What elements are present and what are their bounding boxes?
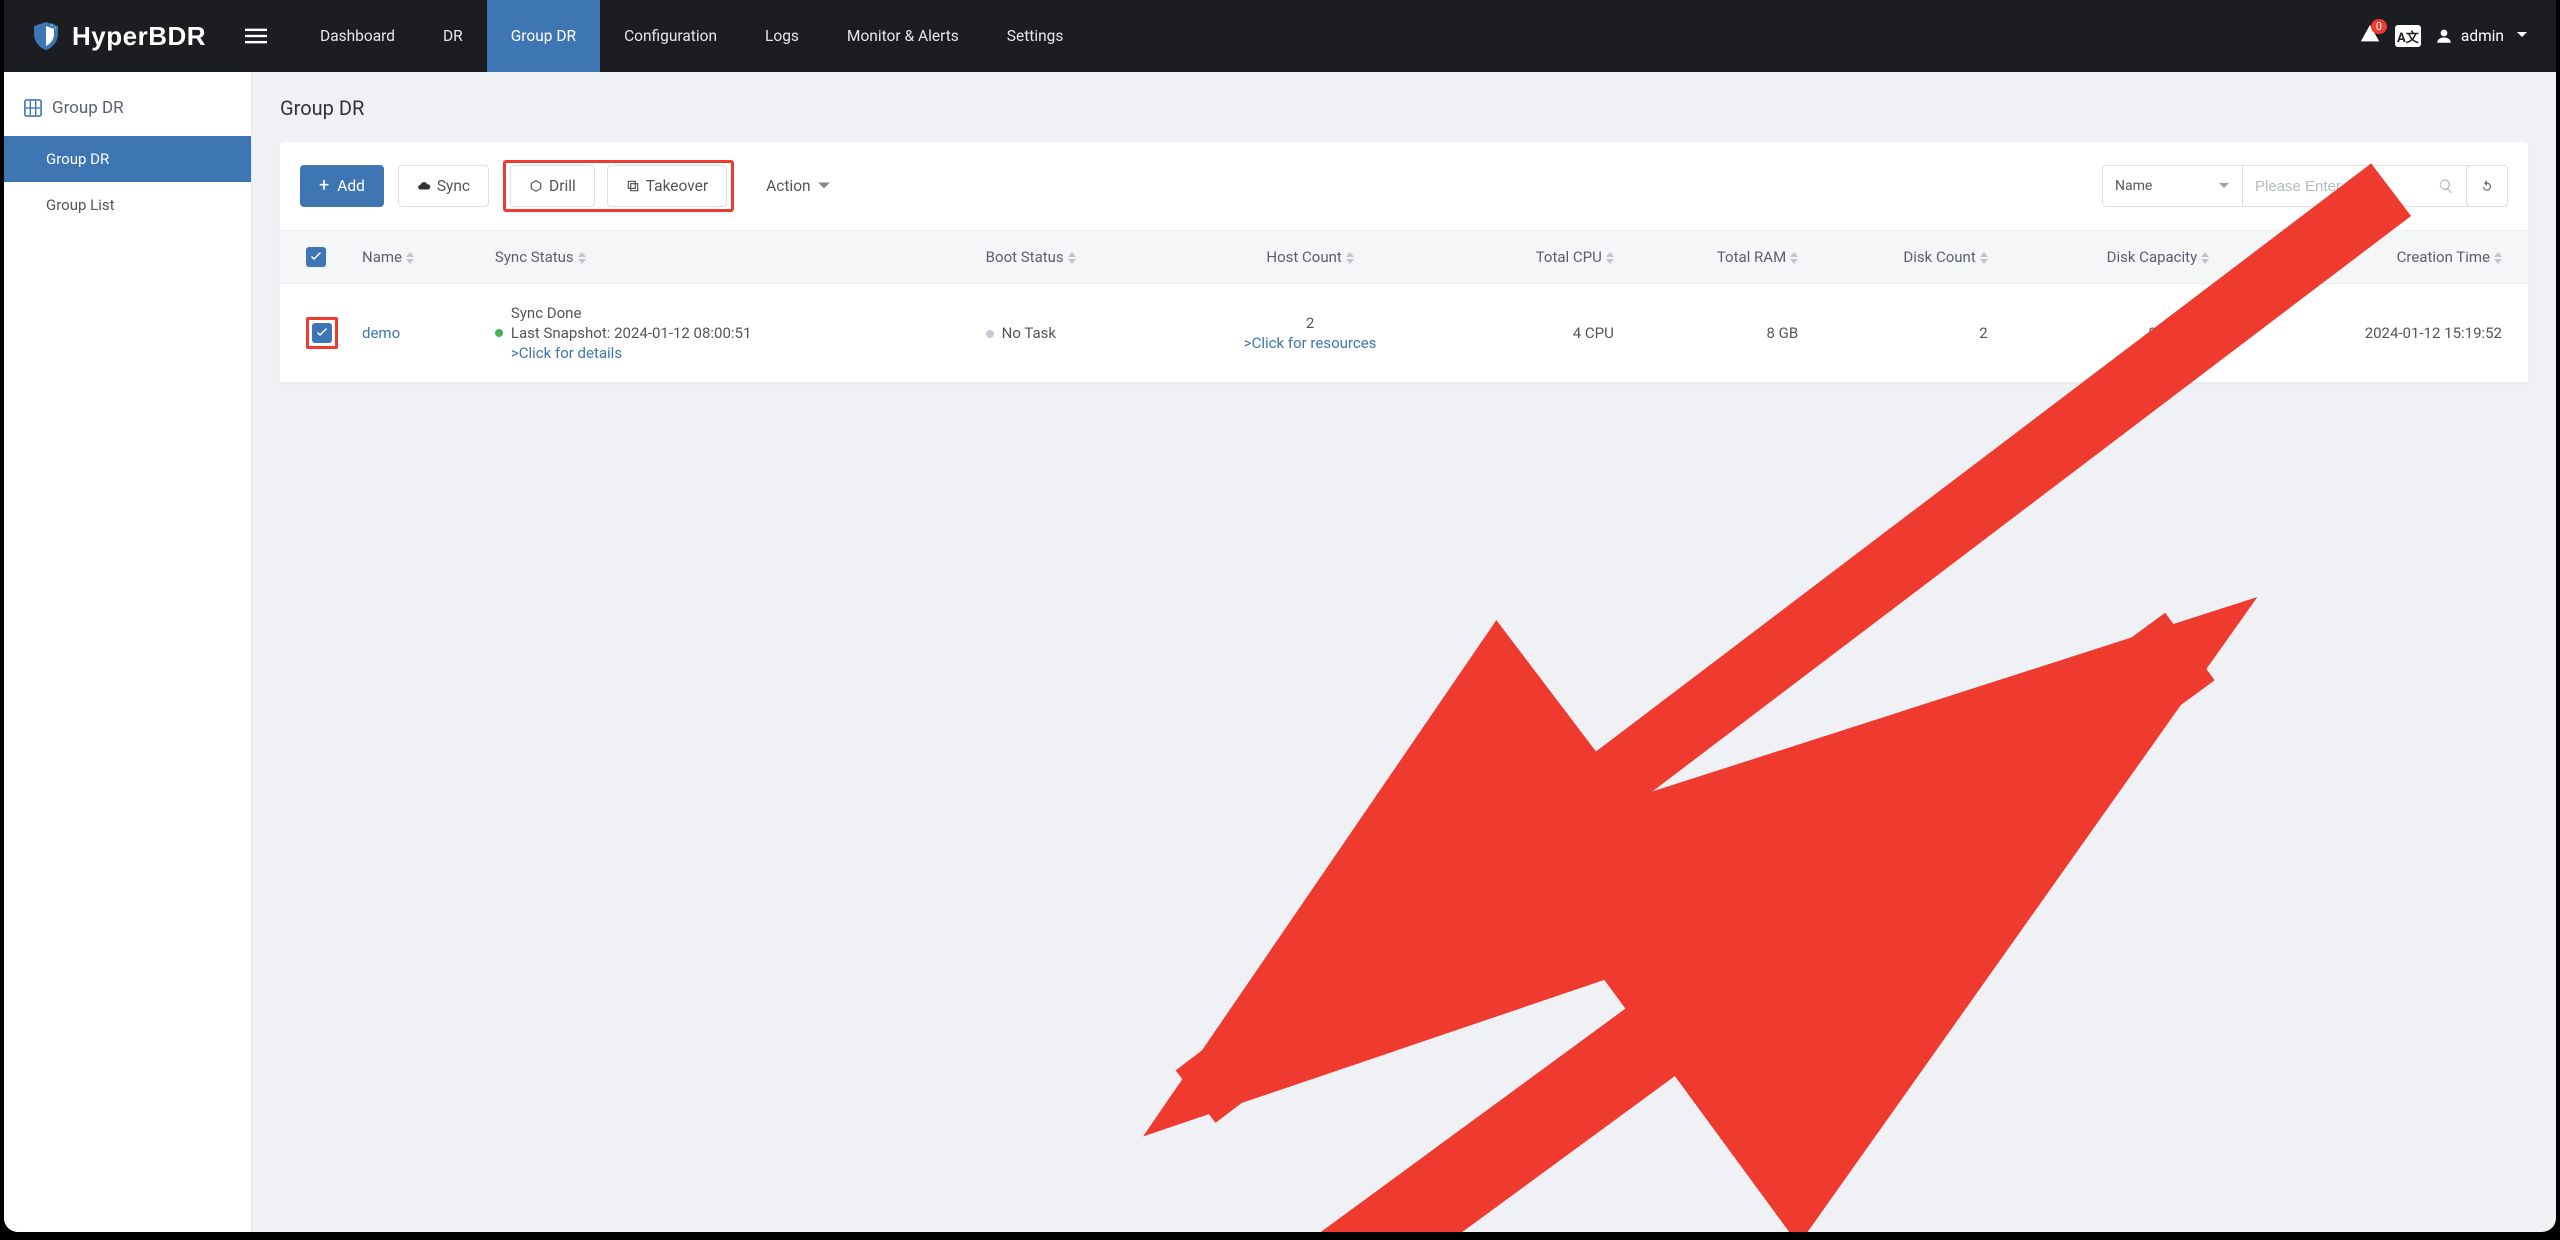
drill-button[interactable]: Drill — [510, 165, 595, 207]
col-creation-time[interactable]: Creation Time — [2221, 231, 2528, 284]
copy-icon — [626, 179, 640, 193]
host-count-value: 2 — [1306, 314, 1314, 332]
status-dot-icon — [986, 330, 994, 338]
topnav-right: 0 A文 admin — [2359, 0, 2556, 72]
refresh-button[interactable] — [2466, 165, 2508, 207]
page-title: Group DR — [280, 96, 2528, 120]
main-panel: + Add Sync Drill — [280, 142, 2528, 383]
search-field-select[interactable]: Name — [2102, 165, 2242, 207]
nav-item-group-dr[interactable]: Group DR — [487, 0, 600, 72]
table-row: demo Sync Done Last Snapshot: 2024-01-12 0… — [280, 284, 2528, 383]
action-label: Action — [766, 177, 810, 195]
sidebar-item-group-list[interactable]: Group List — [4, 182, 251, 228]
sidebar-heading-text: Group DR — [52, 98, 124, 118]
user-name: admin — [2461, 27, 2504, 45]
row-checkbox[interactable] — [312, 323, 332, 343]
col-host-count[interactable]: Host Count — [1173, 231, 1447, 284]
sync-status-cell: Sync Done Last Snapshot: 2024-01-12 08:00… — [495, 304, 962, 362]
grid-icon — [24, 99, 42, 117]
content: Group DR + Add Sync — [252, 72, 2556, 1232]
nav-items: DashboardDRGroup DRConfigurationLogsMoni… — [296, 0, 1087, 72]
host-resources-link[interactable]: >Click for resources — [1244, 334, 1377, 352]
shield-icon — [30, 20, 62, 52]
col-sync-status[interactable]: Sync Status — [483, 231, 974, 284]
chevron-down-icon — [2218, 180, 2230, 192]
add-button[interactable]: + Add — [300, 165, 384, 207]
chevron-down-icon — [2516, 27, 2528, 45]
language-toggle[interactable]: A文 — [2395, 25, 2421, 47]
status-dot-icon — [495, 329, 503, 337]
col-name[interactable]: Name — [350, 231, 483, 284]
boot-status-cell: No Task — [974, 284, 1173, 383]
sync-button-label: Sync — [437, 177, 470, 195]
logo[interactable]: HyperBDR — [4, 0, 232, 72]
search-field-label: Name — [2115, 178, 2152, 194]
menu-toggle-button[interactable] — [232, 0, 280, 72]
add-button-label: Add — [337, 177, 365, 195]
sync-button[interactable]: Sync — [398, 165, 489, 207]
search-input[interactable] — [2242, 165, 2472, 207]
annotation-highlight-checkbox — [306, 317, 338, 349]
notifications-button[interactable]: 0 — [2359, 23, 2381, 49]
drill-button-label: Drill — [549, 177, 576, 195]
sync-details-link[interactable]: >Click for details — [495, 344, 962, 362]
hamburger-icon — [245, 25, 267, 47]
user-menu[interactable]: admin — [2435, 27, 2528, 45]
nav-item-monitor-alerts[interactable]: Monitor & Alerts — [823, 0, 983, 72]
filter-search: Name — [2102, 165, 2454, 207]
sidebar-heading: Group DR — [4, 72, 251, 136]
disk-count-cell: 2 — [1810, 284, 2000, 383]
total-cpu-cell: 4 CPU — [1447, 284, 1626, 383]
col-total-ram[interactable]: Total RAM — [1626, 231, 1810, 284]
sidebar-item-group-dr[interactable]: Group DR — [4, 136, 251, 182]
nav-item-logs[interactable]: Logs — [741, 0, 823, 72]
col-boot-status[interactable]: Boot Status — [974, 231, 1173, 284]
cloud-icon — [417, 179, 431, 193]
group-table: Name Sync Status Boot Status Host Count … — [280, 230, 2528, 383]
user-icon — [2435, 27, 2453, 45]
brand-text: HyperBDR — [72, 21, 206, 52]
nav-item-configuration[interactable]: Configuration — [600, 0, 741, 72]
chevron-down-icon — [817, 179, 831, 193]
annotation-arrow-2 — [464, 385, 2556, 1232]
total-ram-cell: 8 GB — [1626, 284, 1810, 383]
header-checkbox[interactable] — [306, 247, 326, 267]
cube-icon — [529, 179, 543, 193]
plus-icon: + — [319, 177, 329, 195]
nav-item-settings[interactable]: Settings — [983, 0, 1088, 72]
disk-capacity-cell: 80.00 GB — [2000, 284, 2221, 383]
toolbar: + Add Sync Drill — [280, 160, 2528, 230]
sync-status-snapshot: Last Snapshot: 2024-01-12 08:00:51 — [495, 324, 962, 342]
col-disk-capacity[interactable]: Disk Capacity — [2000, 231, 2221, 284]
annotation-highlight-buttons: Drill Takeover — [503, 160, 734, 212]
top-nav: HyperBDR DashboardDRGroup DRConfiguratio… — [4, 0, 2556, 72]
sidebar: Group DR Group DRGroup List — [4, 72, 252, 1232]
sync-status-line1: Sync Done — [495, 304, 962, 322]
refresh-icon — [2480, 179, 2494, 193]
nav-item-dashboard[interactable]: Dashboard — [296, 0, 419, 72]
creation-time-cell: 2024-01-12 15:19:52 — [2221, 284, 2528, 383]
notification-badge: 0 — [2371, 19, 2387, 34]
action-dropdown[interactable]: Action — [748, 165, 848, 207]
takeover-button-label: Takeover — [646, 177, 708, 195]
col-total-cpu[interactable]: Total CPU — [1447, 231, 1626, 284]
takeover-button[interactable]: Takeover — [607, 165, 727, 207]
row-name-link[interactable]: demo — [362, 324, 400, 342]
col-disk-count[interactable]: Disk Count — [1810, 231, 2000, 284]
nav-item-dr[interactable]: DR — [419, 0, 487, 72]
